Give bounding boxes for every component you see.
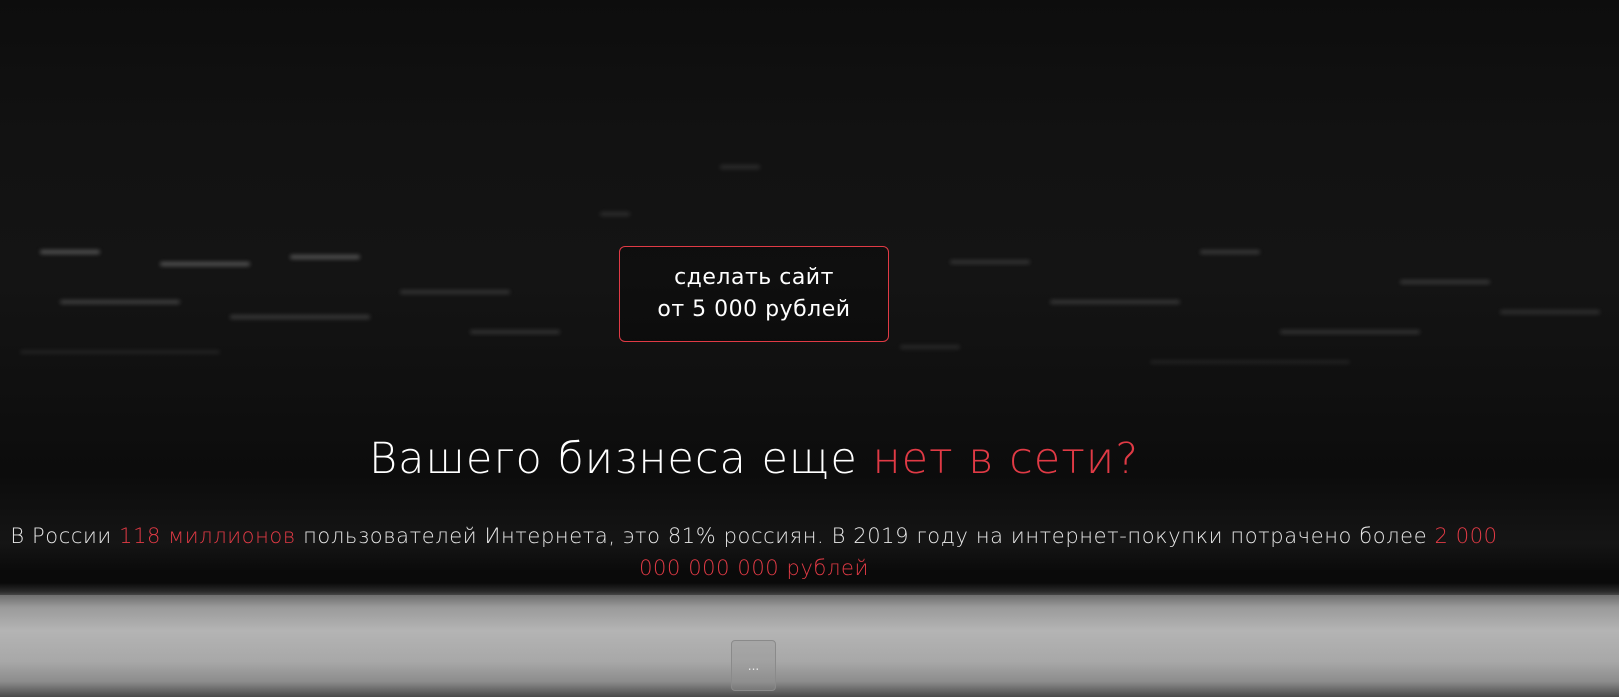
statistics-text-1: В России	[10, 524, 120, 548]
hero-section: сделать сайт от 5 000 рублей Вашего бизн…	[0, 0, 1619, 697]
order-site-button-line1: сделать сайт	[674, 265, 834, 290]
statistics-text: В России 118 миллионов пользователей Инт…	[0, 520, 1516, 584]
headline-text: Вашего бизнеса еще	[368, 434, 873, 484]
background-band	[0, 595, 1619, 697]
page-headline: Вашего бизнеса еще нет в сети?	[0, 434, 1508, 484]
headline-accent: нет в сети?	[872, 434, 1140, 484]
order-site-button-line2: от 5 000 рублей	[657, 297, 851, 322]
order-site-button[interactable]: сделать сайт от 5 000 рублей	[619, 246, 889, 342]
statistics-text-2: пользователей Интернета, это 81% россиян…	[295, 524, 1435, 548]
statistics-accent-users: 118 миллионов	[119, 524, 296, 548]
more-button[interactable]: ...	[731, 640, 776, 691]
